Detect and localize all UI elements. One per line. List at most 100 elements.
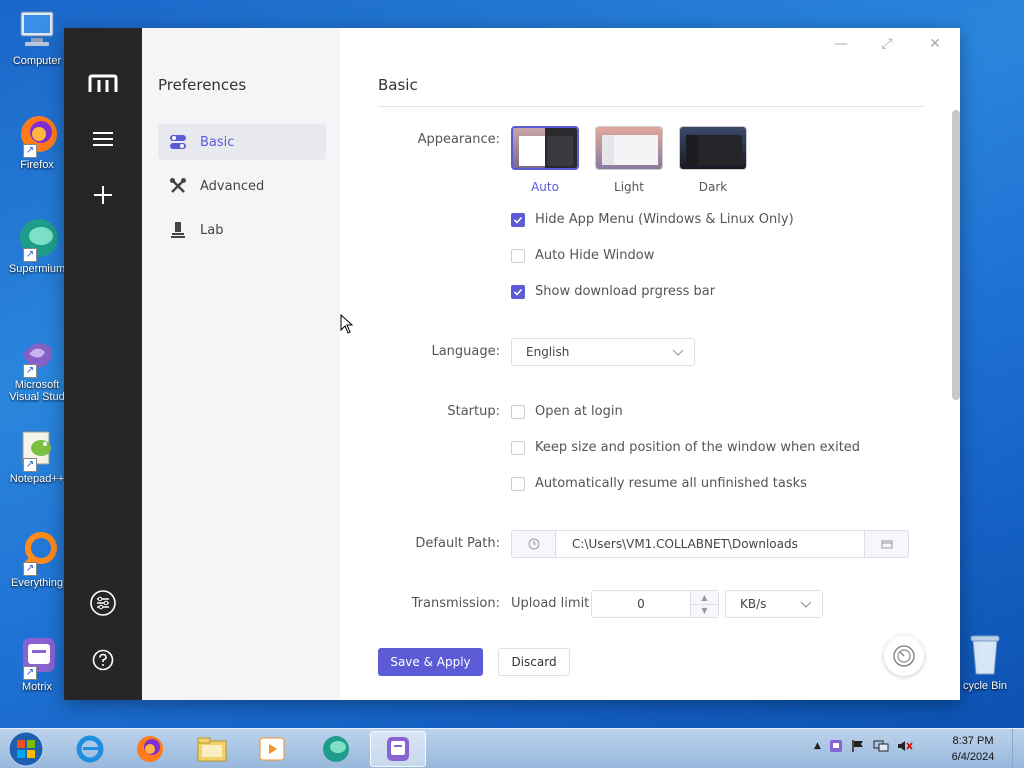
appearance-label: Appearance: (417, 132, 500, 147)
network-icon[interactable] (873, 739, 889, 753)
chevron-up-icon: ▲ (701, 592, 708, 602)
taskbar-media-player[interactable] (244, 731, 300, 767)
app-aside (64, 28, 142, 700)
increase-button[interactable]: ▲ (691, 591, 718, 605)
scrollbar-thumb[interactable] (952, 110, 960, 400)
open-at-login-checkbox[interactable] (511, 404, 525, 419)
theme-auto[interactable]: Auto (511, 126, 579, 194)
close-icon: ✕ (929, 36, 941, 52)
show-progress-bar-checkbox[interactable] (511, 284, 525, 299)
lab-icon (168, 220, 188, 240)
speedometer-icon (893, 645, 915, 667)
plus-icon (94, 186, 112, 204)
minimize-icon: — (834, 36, 848, 52)
volume-muted-icon[interactable] (897, 739, 913, 753)
desktop-icon-firefox[interactable]: ↗ Firefox (4, 112, 70, 171)
default-path-input[interactable]: C:\Users\VM1.COLLABNET\Downloads (511, 530, 909, 558)
taskbar-supermium[interactable] (308, 731, 364, 767)
help-icon (92, 649, 114, 671)
motrix-icon: ↗ (15, 634, 59, 680)
auto-resume-option[interactable]: Automatically resume all unfinished task… (511, 476, 807, 491)
desktop-icon-computer[interactable]: Computer (4, 8, 70, 67)
preferences-main: — ⤢ ✕ Basic Appearance: Auto Light Dark … (340, 28, 960, 700)
show-desktop-button[interactable] (1012, 729, 1024, 768)
subnav-item-advanced[interactable]: Advanced (158, 168, 326, 204)
hide-app-menu-checkbox[interactable] (511, 212, 525, 227)
desktop-icon-everything[interactable]: ↗ Everything (4, 530, 70, 589)
maximize-button[interactable]: ⤢ (874, 34, 900, 54)
taskbar-motrix[interactable] (370, 731, 426, 767)
flag-icon[interactable] (851, 739, 865, 753)
supermium-icon: ↗ (15, 216, 59, 262)
visual-studio-icon: ↗ (15, 332, 59, 378)
upload-limit-stepper: ▲ ▼ (690, 591, 718, 617)
desktop-icon-notepad-plus-plus[interactable]: ↗ Notepad++ (4, 426, 70, 485)
firefox-icon (137, 736, 163, 762)
supermium-icon (323, 736, 349, 762)
theme-light[interactable]: Light (595, 126, 663, 194)
desktop-icon-supermium[interactable]: ↗ Supermium (4, 216, 70, 275)
shortcut-arrow-icon: ↗ (23, 562, 37, 576)
taskbar: ▲ 8:37 PM 6/4/2024 (0, 728, 1024, 768)
show-progress-bar-option[interactable]: Show download prgress bar (511, 284, 715, 299)
taskbar-file-explorer[interactable] (184, 731, 240, 767)
check-icon (513, 216, 523, 224)
decrease-button[interactable]: ▼ (691, 605, 718, 618)
system-tray: ▲ (814, 739, 913, 753)
taskbar-internet-explorer[interactable] (62, 731, 118, 767)
desktop-icon-recycle-bin[interactable]: cycle Bin (950, 632, 1020, 692)
startup-label: Startup: (447, 404, 500, 419)
menu-button[interactable] (88, 124, 118, 154)
theme-dark[interactable]: Dark (679, 126, 747, 194)
taskbar-clock[interactable]: 8:37 PM 6/4/2024 (940, 733, 1006, 765)
folder-icon (881, 540, 892, 549)
start-button[interactable] (4, 730, 48, 768)
transmission-label: Transmission: (411, 596, 500, 611)
minimize-button[interactable]: — (828, 34, 854, 54)
clock-icon (528, 538, 539, 550)
shortcut-arrow-icon: ↗ (23, 458, 37, 472)
shortcut-arrow-icon: ↗ (23, 364, 37, 378)
history-button[interactable] (512, 531, 556, 557)
subnav-item-lab[interactable]: Lab (158, 212, 326, 248)
auto-hide-window-option[interactable]: Auto Hide Window (511, 248, 654, 263)
folder-icon (197, 737, 227, 762)
upload-limit-input[interactable]: 0 ▲ ▼ (591, 590, 719, 618)
preferences-subnav: Preferences Basic Advanced Lab (142, 28, 340, 700)
keep-window-size-option[interactable]: Keep size and position of the window whe… (511, 440, 860, 455)
language-label: Language: (431, 344, 500, 359)
subnav-item-basic[interactable]: Basic (158, 124, 326, 160)
language-select[interactable]: English (511, 338, 695, 366)
add-task-button[interactable] (88, 180, 118, 210)
speedometer-button[interactable] (884, 636, 924, 676)
upload-unit-select[interactable]: KB/s (725, 590, 823, 618)
auto-resume-checkbox[interactable] (511, 476, 525, 491)
close-button[interactable]: ✕ (922, 34, 948, 54)
media-player-icon (259, 737, 285, 761)
browse-folder-button[interactable] (864, 531, 908, 557)
discard-button[interactable]: Discard (498, 648, 570, 676)
toggle-icon (168, 132, 188, 152)
theme-dark-preview (679, 126, 747, 170)
chevron-down-icon: ▼ (701, 606, 708, 616)
open-at-login-option[interactable]: Open at login (511, 404, 623, 419)
auto-hide-window-checkbox[interactable] (511, 248, 525, 263)
taskbar-firefox[interactable] (122, 731, 178, 767)
menu-icon (93, 132, 113, 146)
chevron-down-icon (800, 601, 812, 608)
desktop-icon-visual-studio[interactable]: ↗ Microsoft Visual Stud (4, 332, 70, 403)
upload-limit-label: Upload limit (511, 596, 590, 611)
help-button[interactable] (88, 645, 118, 675)
sliders-icon (90, 590, 116, 616)
hide-app-menu-option[interactable]: Hide App Menu (Windows & Linux Only) (511, 212, 794, 227)
preferences-button[interactable] (88, 588, 118, 618)
shortcut-arrow-icon: ↗ (23, 144, 37, 158)
windows-logo-icon (8, 731, 44, 767)
keep-window-size-checkbox[interactable] (511, 440, 525, 455)
show-hidden-icons-button[interactable]: ▲ (814, 741, 821, 751)
motrix-tray-icon[interactable] (829, 739, 843, 753)
theme-light-preview (595, 126, 663, 170)
subnav-title: Preferences (158, 76, 247, 94)
desktop-icon-motrix[interactable]: ↗ Motrix (4, 634, 70, 693)
save-apply-button[interactable]: Save & Apply (378, 648, 483, 676)
